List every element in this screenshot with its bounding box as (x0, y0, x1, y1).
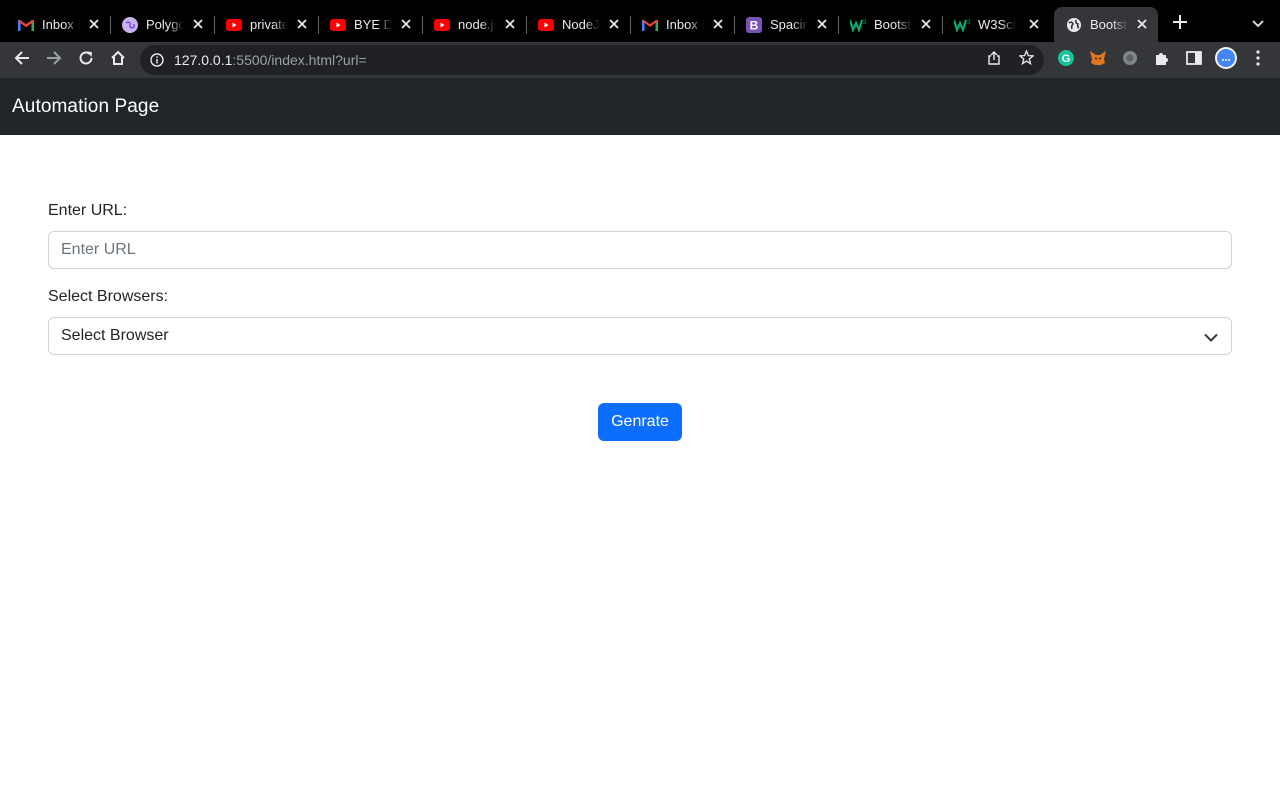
chevron-down-icon (1252, 15, 1264, 33)
browser-toolbar: 127.0.0.1:5500/index.html?url= G (0, 42, 1280, 78)
menu-button[interactable] (1246, 48, 1270, 72)
tab-title: node.js (458, 17, 496, 32)
grammarly-icon: G (1058, 49, 1074, 71)
arrow-right-icon (46, 50, 62, 71)
extensions-button[interactable] (1150, 48, 1174, 72)
address-bar[interactable]: 127.0.0.1:5500/index.html?url= (140, 45, 1044, 75)
tab-youtube-private[interactable]: private (214, 7, 319, 42)
forward-button[interactable] (42, 48, 66, 72)
youtube-icon (226, 17, 242, 33)
more-vert-icon (1256, 49, 1260, 71)
grammarly-extension[interactable]: G (1054, 48, 1078, 72)
close-icon[interactable] (1134, 16, 1150, 32)
gmail-icon (18, 17, 34, 33)
ring-icon (1122, 50, 1138, 71)
youtube-icon (434, 17, 450, 33)
tab-search-button[interactable] (1246, 12, 1270, 36)
back-button[interactable] (10, 48, 34, 72)
puzzle-icon (1154, 50, 1170, 71)
tab-youtube-nodejs[interactable]: node.js (422, 7, 527, 42)
close-icon[interactable] (814, 16, 830, 32)
svg-text:B: B (750, 18, 759, 32)
polygon-icon (122, 16, 138, 33)
metamask-extension[interactable] (1086, 48, 1110, 72)
close-icon[interactable] (86, 16, 102, 32)
url-host: 127.0.0.1 (174, 52, 233, 68)
svg-text:G: G (1062, 53, 1071, 65)
tab-bootstrap-spacing[interactable]: B Spacing (734, 7, 839, 42)
tab-youtube-nodejs-2[interactable]: NodeJs (526, 7, 631, 42)
share-icon (987, 50, 1001, 70)
close-icon[interactable] (710, 16, 726, 32)
reload-button[interactable] (74, 48, 98, 72)
close-icon[interactable] (398, 16, 414, 32)
url-path: :5500/index.html?url= (232, 52, 367, 68)
profile-button[interactable] (1214, 46, 1238, 74)
w3schools-icon: 3 (850, 17, 866, 33)
tab-title: BYE DU (354, 17, 392, 32)
youtube-icon (330, 17, 346, 33)
tab-active-bootstrap[interactable]: Bootstr (1054, 7, 1158, 42)
close-icon[interactable] (1026, 16, 1042, 32)
info-icon[interactable] (149, 52, 165, 68)
tab-title: Inbox ( (666, 17, 704, 32)
tab-title: W3Sch (978, 17, 1016, 32)
browser-select-value: Select Browser (61, 327, 169, 344)
tab-title: Inbox ( (42, 17, 80, 32)
close-icon[interactable] (502, 16, 518, 32)
tab-inbox-1[interactable]: Inbox ( (6, 7, 111, 42)
tab-title: private (250, 17, 288, 32)
close-icon[interactable] (918, 16, 934, 32)
new-tab-button[interactable] (1168, 12, 1192, 36)
tab-w3schools-bootstrap[interactable]: 3 Bootstr (838, 7, 943, 42)
home-button[interactable] (106, 48, 130, 72)
svg-text:3: 3 (967, 20, 970, 26)
side-panel-button[interactable] (1182, 48, 1206, 72)
svg-text:3: 3 (863, 20, 866, 26)
browser-select[interactable]: Select Browser (48, 317, 1232, 355)
chevron-down-icon (1203, 329, 1219, 345)
tab-youtube-bye[interactable]: BYE DU (318, 7, 423, 42)
url-input-placeholder: Enter URL (61, 241, 136, 258)
close-icon[interactable] (190, 16, 206, 32)
avatar (1215, 46, 1237, 74)
url-text: 127.0.0.1:5500/index.html?url= (174, 52, 367, 68)
tab-inbox-2[interactable]: Inbox ( (630, 7, 735, 42)
tab-title: NodeJs (562, 17, 600, 32)
tab-w3schools[interactable]: 3 W3Sch (942, 7, 1050, 42)
home-icon (110, 50, 126, 71)
browser-select-label: Select Browsers: (48, 288, 169, 305)
page-navbar: Automation Page (0, 78, 1280, 135)
arrow-left-icon (14, 50, 30, 71)
url-label: Enter URL: (48, 202, 128, 219)
url-input[interactable]: Enter URL (48, 231, 1232, 269)
bootstrap-icon: B (746, 16, 762, 33)
circle-extension[interactable] (1118, 48, 1142, 72)
star-icon (1017, 49, 1035, 70)
navbar-brand[interactable]: Automation Page (12, 96, 159, 118)
tab-title: Bootstr (874, 17, 912, 32)
tab-strip: Inbox ( Polygon private BYE DU node.js (0, 0, 1280, 42)
youtube-icon (538, 17, 554, 33)
reload-icon (78, 50, 94, 71)
close-icon[interactable] (606, 16, 622, 32)
plus-icon (1173, 14, 1187, 34)
fox-icon (1089, 50, 1107, 71)
side-panel-icon (1186, 50, 1202, 70)
generate-button[interactable]: Genrate (598, 403, 682, 441)
tab-title: Polygon (146, 17, 184, 32)
w3schools-icon: 3 (954, 17, 970, 33)
share-button[interactable] (984, 50, 1004, 70)
tab-polygon[interactable]: Polygon (110, 7, 215, 42)
tab-title: Bootstr (1090, 17, 1128, 32)
tab-title: Spacing (770, 17, 808, 32)
gmail-icon (642, 17, 658, 33)
globe-icon (1066, 17, 1082, 33)
bookmark-button[interactable] (1016, 49, 1036, 70)
close-icon[interactable] (294, 16, 310, 32)
